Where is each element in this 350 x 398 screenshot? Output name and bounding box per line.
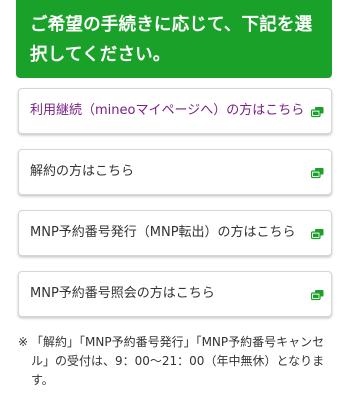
- continue-usage-link[interactable]: 利用継続（mineoマイページへ）の方はこちら: [18, 88, 332, 134]
- instruction-title: ご希望の手続きに応じて、下記を選択してください。: [30, 15, 313, 65]
- cancellation-label: 解約の方はこちら: [30, 164, 135, 179]
- reception-hours-note: ※ 「解約」「MNP予約番号発行」「MNP予約番号キャンセル」の受付は、9：00…: [18, 333, 336, 390]
- mnp-inquiry-link[interactable]: MNP予約番号照会の方はこちら: [18, 271, 332, 317]
- external-link-icon: [311, 168, 324, 179]
- cancellation-link[interactable]: 解約の方はこちら: [18, 149, 332, 195]
- continue-usage-label: 利用継続（mineoマイページへ）の方はこちら: [30, 103, 305, 118]
- external-link-icon: [311, 290, 324, 301]
- mnp-issue-link[interactable]: MNP予約番号発行（MNP転出）の方はこちら: [18, 210, 332, 256]
- mnp-issue-label: MNP予約番号発行（MNP転出）の方はこちら: [30, 225, 296, 240]
- external-link-icon: [311, 229, 324, 240]
- note-mark: ※: [18, 335, 29, 349]
- instruction-header: ご希望の手続きに応じて、下記を選択してください。: [16, 0, 332, 78]
- note-text: 「解約」「MNP予約番号発行」「MNP予約番号キャンセル」の受付は、9：00〜2…: [31, 335, 325, 387]
- external-link-icon: [311, 107, 324, 118]
- mnp-inquiry-label: MNP予約番号照会の方はこちら: [30, 286, 215, 301]
